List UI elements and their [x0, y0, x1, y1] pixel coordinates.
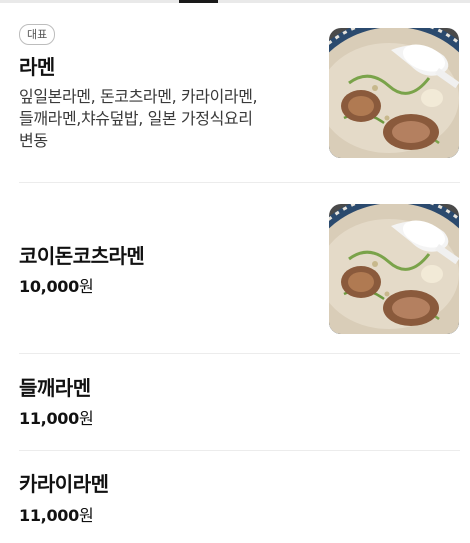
menu-item-name: 라멘 — [19, 55, 55, 79]
menu-item-name: 코이돈코츠라멘 — [19, 244, 145, 268]
menu-item-koi-tonkotsu[interactable]: 코이돈코츠라멘 10,000원 — [0, 183, 470, 354]
menu-item-description: 잎일본라멘, 돈코츠라멘, 카라이라멘, 들깨라멘,챠슈덮밥, 일본 가정식요리… — [19, 86, 319, 152]
price-unit: 원 — [78, 277, 94, 296]
menu-item-price: 11,000원 — [19, 405, 94, 429]
menu-item-name: 카라이라멘 — [19, 472, 109, 496]
ramen-photo-icon — [329, 28, 459, 158]
signature-badge: 대표 — [19, 24, 56, 45]
price-unit: 원 — [78, 506, 94, 525]
menu-item-price: 11,000원 — [19, 502, 94, 526]
description-line: 들깨라멘,챠슈덮밥, 일본 가정식요리 — [19, 109, 253, 128]
menu-item-price: 10,000원 — [19, 273, 94, 297]
menu-item-perilla-ramen[interactable]: 들깨라멘 11,000원 — [0, 354, 470, 451]
menu-item-name: 들깨라멘 — [19, 376, 91, 400]
menu-item-karai-ramen[interactable]: 카라이라멘 11,000원 — [0, 451, 470, 543]
price-value: 11,000 — [19, 409, 79, 428]
price-value: 10,000 — [19, 277, 79, 296]
ramen-photo-icon — [329, 204, 459, 334]
menu-list: 대표 라멘 잎일본라멘, 돈코츠라멘, 카라이라멘, 들깨라멘,챠슈덮밥, 일본… — [0, 3, 470, 543]
price-unit: 원 — [78, 409, 94, 428]
menu-item-ramen[interactable]: 대표 라멘 잎일본라멘, 돈코츠라멘, 카라이라멘, 들깨라멘,챠슈덮밥, 일본… — [0, 3, 470, 183]
description-line: 잎일본라멘, 돈코츠라멘, 카라이라멘, — [19, 87, 258, 106]
description-line: 변동 — [19, 131, 48, 150]
price-value: 11,000 — [19, 506, 79, 525]
